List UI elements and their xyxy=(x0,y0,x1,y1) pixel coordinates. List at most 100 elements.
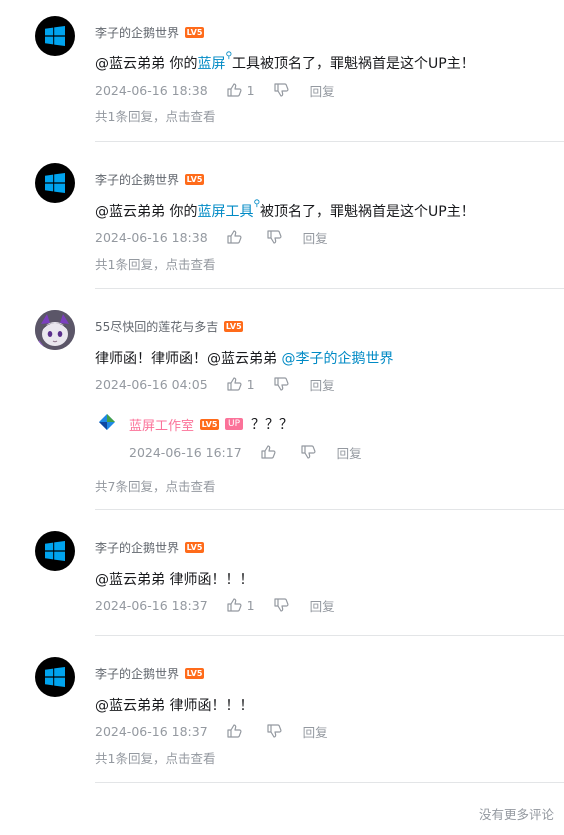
divider xyxy=(95,288,564,289)
dislike-button[interactable] xyxy=(273,377,289,391)
comment-meta: 2024-06-16 18:37 1 回复 xyxy=(95,596,335,615)
level-badge: LV5 xyxy=(200,418,220,430)
search-icon: ⚲ xyxy=(225,51,233,61)
content-text: 工具被顶名了，罪魁祸首是这个UP主！ xyxy=(232,56,475,72)
level-badge: LV5 xyxy=(185,542,205,553)
thumbs-up-icon xyxy=(227,377,242,391)
like-button[interactable] xyxy=(261,445,276,459)
view-replies-link[interactable]: 共1条回复，点击查看 xyxy=(95,748,215,767)
thumbs-up-icon xyxy=(227,230,242,244)
avatar[interactable] xyxy=(35,310,75,350)
username-text[interactable]: 李子的企鹅世界 xyxy=(95,665,179,682)
mention-link[interactable]: @李子的企鹅世界 xyxy=(281,351,393,367)
content-text: @蓝云弟弟 你的 xyxy=(95,204,198,220)
content-text: 律师函！律师函！@蓝云弟弟 xyxy=(95,351,282,367)
dislike-button[interactable] xyxy=(273,83,289,97)
thumbs-up-icon xyxy=(227,724,242,738)
up-badge: UP xyxy=(225,418,244,430)
comment-content: 律师函！律师函！@蓝云弟弟 @李子的企鹅世界 xyxy=(95,348,393,368)
studio-logo-icon[interactable] xyxy=(98,413,116,431)
divider xyxy=(95,782,564,783)
search-icon: ⚲ xyxy=(253,199,261,209)
divider xyxy=(95,509,564,510)
reply-button[interactable]: 回复 xyxy=(310,81,335,100)
reply-button[interactable]: 回复 xyxy=(310,375,335,394)
comment-username[interactable]: 李子的企鹅世界 LV5 xyxy=(95,171,205,188)
username-text[interactable]: 李子的企鹅世界 xyxy=(95,539,179,556)
windows-logo-icon xyxy=(45,667,65,687)
level-badge: LV5 xyxy=(224,321,244,332)
comment-content: @蓝云弟弟 你的蓝屏⚲工具被顶名了，罪魁祸首是这个UP主！ xyxy=(95,51,475,73)
view-replies-link[interactable]: 共1条回复，点击查看 xyxy=(95,254,215,273)
timestamp: 2024-06-16 18:38 xyxy=(95,229,208,245)
avatar[interactable] xyxy=(35,16,75,56)
dislike-button[interactable] xyxy=(267,724,282,738)
thumbs-up-icon xyxy=(261,445,276,459)
view-replies-link[interactable]: 共7条回复，点击查看 xyxy=(95,476,215,495)
timestamp: 2024-06-16 16:17 xyxy=(129,444,242,460)
avatar[interactable] xyxy=(35,163,75,203)
sub-reply-meta: 2024-06-16 16:17 回复 xyxy=(129,443,362,462)
like-button[interactable]: 1 xyxy=(227,83,255,98)
comment-meta: 2024-06-16 18:38 回复 xyxy=(95,228,328,247)
thumbs-up-icon xyxy=(227,83,242,97)
username-text[interactable]: 李子的企鹅世界 xyxy=(95,171,179,188)
reply-button[interactable]: 回复 xyxy=(303,722,328,741)
no-more-comments-text: 没有更多评论 xyxy=(478,807,554,822)
username-text[interactable]: 55尽快回的莲花与多吉 xyxy=(95,318,218,335)
comment-content: @蓝云弟弟 律师函！！！ xyxy=(95,695,253,715)
comment-content: @蓝云弟弟 你的蓝屏工具⚲被顶名了，罪魁祸首是这个UP主！ xyxy=(95,199,475,221)
comment-username[interactable]: 李子的企鹅世界 LV5 xyxy=(95,539,205,556)
reply-button[interactable]: 回复 xyxy=(303,228,328,247)
timestamp: 2024-06-16 18:37 xyxy=(95,597,208,613)
search-link[interactable]: 蓝屏工具 xyxy=(197,204,253,220)
comment-meta: 2024-06-16 18:38 1 回复 xyxy=(95,81,335,100)
timestamp: 2024-06-16 18:37 xyxy=(95,723,208,739)
like-button[interactable] xyxy=(227,230,242,244)
sub-reply-username[interactable]: 蓝屏工作室 xyxy=(129,415,194,434)
thumbs-down-icon xyxy=(267,230,282,244)
sub-reply-text: ？？？ xyxy=(251,417,294,433)
divider xyxy=(95,635,564,636)
content-text: @蓝云弟弟 律师函！！！ xyxy=(95,698,254,714)
reply-button[interactable]: 回复 xyxy=(337,443,362,462)
like-button[interactable]: 1 xyxy=(227,598,255,613)
windows-logo-icon xyxy=(45,541,65,561)
avatar[interactable] xyxy=(35,657,75,697)
like-button[interactable] xyxy=(227,724,242,738)
comment-meta: 2024-06-16 18:37 回复 xyxy=(95,722,328,741)
comment-content: @蓝云弟弟 律师函！！！ xyxy=(95,569,253,589)
like-button[interactable]: 1 xyxy=(227,377,255,392)
comment-username[interactable]: 李子的企鹅世界 LV5 xyxy=(95,24,205,41)
timestamp: 2024-06-16 04:05 xyxy=(95,376,208,392)
like-count: 1 xyxy=(246,597,255,613)
thumbs-down-icon xyxy=(273,598,289,612)
dislike-button[interactable] xyxy=(267,230,282,244)
avatar[interactable] xyxy=(35,531,75,571)
windows-logo-icon xyxy=(45,26,65,46)
thumbs-down-icon xyxy=(301,445,316,459)
timestamp: 2024-06-16 18:38 xyxy=(95,82,208,98)
dislike-button[interactable] xyxy=(301,445,316,459)
windows-logo-icon xyxy=(45,173,65,193)
sub-reply-header: 蓝屏工作室 LV5 UP ？？？ xyxy=(129,414,293,434)
comment-username[interactable]: 55尽快回的莲花与多吉 LV5 xyxy=(95,318,244,335)
search-link[interactable]: 蓝屏 xyxy=(197,56,225,72)
comment-username[interactable]: 李子的企鹅世界 LV5 xyxy=(95,665,205,682)
comment-meta: 2024-06-16 04:05 1 回复 xyxy=(95,375,335,394)
dislike-button[interactable] xyxy=(273,598,289,612)
like-count: 1 xyxy=(246,376,255,392)
view-replies-link[interactable]: 共1条回复，点击查看 xyxy=(95,106,215,125)
thumbs-down-icon xyxy=(273,377,289,391)
content-text: @蓝云弟弟 你的 xyxy=(95,56,198,72)
content-text: @蓝云弟弟 律师函！！！ xyxy=(95,572,254,588)
divider xyxy=(95,141,564,142)
level-badge: LV5 xyxy=(185,174,205,185)
thumbs-down-icon xyxy=(267,724,282,738)
reply-button[interactable]: 回复 xyxy=(310,596,335,615)
content-text: 被顶名了，罪魁祸首是这个UP主！ xyxy=(260,204,475,220)
thumbs-up-icon xyxy=(227,598,242,612)
thumbs-down-icon xyxy=(273,83,289,97)
username-text[interactable]: 李子的企鹅世界 xyxy=(95,24,179,41)
anime-character-avatar-icon xyxy=(35,310,75,350)
